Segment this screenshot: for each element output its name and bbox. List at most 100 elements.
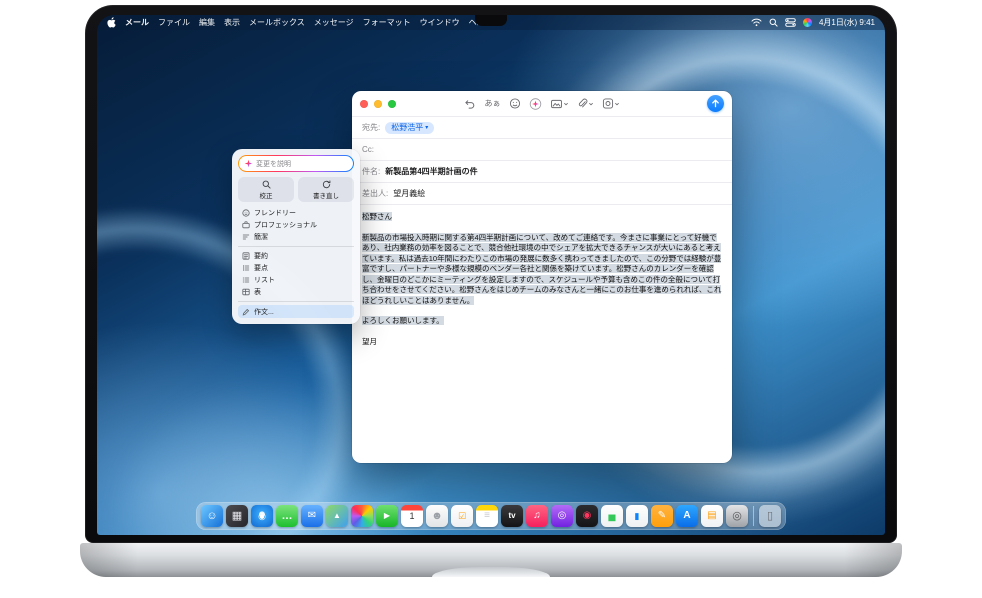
dock-item-launchpad[interactable]: ▦: [226, 505, 248, 527]
text-format-button[interactable]: あぁ: [485, 98, 501, 109]
dock-item-pages[interactable]: ✎: [651, 505, 673, 527]
recipient-name: 松野浩平: [391, 123, 423, 133]
podcasts-icon: ◎: [558, 511, 567, 521]
menu-item-window[interactable]: ウインドウ: [420, 17, 460, 28]
from-field[interactable]: 差出人: 望月義絵: [352, 182, 732, 204]
emoji-picker-icon[interactable]: [510, 98, 521, 109]
chevron-down-icon: [564, 102, 569, 106]
minimize-button[interactable]: [374, 100, 382, 108]
menu-item-file[interactable]: ファイル: [158, 17, 190, 28]
menu-item-view[interactable]: 表示: [224, 17, 240, 28]
wifi-icon[interactable]: [751, 18, 762, 27]
books-icon: ▤: [707, 511, 716, 521]
photo-browser-icon[interactable]: [603, 98, 614, 109]
dock-item-tv[interactable]: tv: [501, 505, 523, 527]
transform-summary-label: 要約: [254, 251, 268, 261]
transform-summary-item[interactable]: 要約: [238, 250, 354, 262]
menu-item-message[interactable]: メッセージ: [314, 17, 354, 28]
tone-professional-item[interactable]: プロフェッショナル: [238, 219, 354, 231]
rewrite-button[interactable]: 書き直し: [298, 177, 354, 202]
siri-icon[interactable]: [803, 18, 812, 27]
briefcase-icon: [242, 221, 250, 229]
transform-table-item[interactable]: 表: [238, 286, 354, 298]
cc-field[interactable]: Cc:: [352, 138, 732, 160]
zoom-button[interactable]: [388, 100, 396, 108]
dock-item-app-store[interactable]: A: [676, 505, 698, 527]
compose-item[interactable]: 作文...: [238, 305, 354, 318]
camera-notch: [475, 15, 507, 26]
dock-item-photos[interactable]: [351, 505, 373, 527]
dock-item-facetime[interactable]: ▶: [376, 505, 398, 527]
facetime-icon: ▶: [384, 512, 390, 520]
dock-item-numbers[interactable]: ▅: [601, 505, 623, 527]
close-button[interactable]: [360, 100, 368, 108]
dock-item-keynote[interactable]: ▮: [626, 505, 648, 527]
to-field[interactable]: 宛先: 松野浩平 ▾: [352, 116, 732, 138]
menu-item-edit[interactable]: 編集: [199, 17, 215, 28]
music-icon: ♫: [533, 511, 541, 521]
rewrite-icon: [322, 180, 331, 189]
body-signature: 望月: [362, 337, 377, 346]
subject-field[interactable]: 件名: 新製品第4四半期計画の件: [352, 160, 732, 182]
dock-item-calendar[interactable]: 1: [401, 505, 423, 527]
transform-list-item[interactable]: リスト: [238, 274, 354, 286]
fitness-icon: ◉: [583, 511, 592, 521]
launchpad-icon: ▦: [232, 511, 242, 522]
dock-item-trash[interactable]: ▯: [759, 505, 781, 527]
menu-item-format[interactable]: フォーマット: [363, 17, 411, 28]
laptop-screen-bezel: メール ファイル 編集 表示 メールボックス メッセージ フォーマット ウインド…: [85, 5, 897, 543]
from-value: 望月義絵: [393, 188, 425, 199]
dock-item-fitness[interactable]: ◉: [576, 505, 598, 527]
notes-icon: ≡: [484, 511, 490, 521]
dock-item-podcasts[interactable]: ◎: [551, 505, 573, 527]
describe-change-placeholder: 変更を説明: [256, 159, 291, 169]
divider: [238, 246, 354, 247]
undo-icon[interactable]: [465, 99, 476, 109]
divider: [238, 301, 354, 302]
describe-change-input[interactable]: 変更を説明: [238, 155, 354, 172]
apple-menu-icon[interactable]: [107, 17, 116, 28]
subject-label: 件名:: [362, 166, 380, 177]
dock-item-contacts[interactable]: ☻: [426, 505, 448, 527]
dock-item-reminders[interactable]: ☑: [451, 505, 473, 527]
chevron-down-icon: [589, 102, 594, 106]
recipient-chip[interactable]: 松野浩平 ▾: [385, 122, 434, 134]
compose-label: 作文...: [254, 307, 274, 317]
dock-item-settings[interactable]: ◎: [726, 505, 748, 527]
dock-item-finder[interactable]: ☺: [201, 505, 223, 527]
media-browser-icon[interactable]: [551, 99, 563, 109]
dock-item-safari[interactable]: ◉: [251, 505, 273, 527]
search-icon[interactable]: [769, 18, 778, 27]
dock-item-music[interactable]: ♫: [526, 505, 548, 527]
attach-file-icon[interactable]: [578, 98, 588, 109]
menu-item-mailbox[interactable]: メールボックス: [249, 17, 305, 28]
writing-tools-panel: 変更を説明 校正 書き直し フレンドリー: [232, 149, 360, 324]
message-body[interactable]: 松野さん 新製品の市場投入時期に関する第4四半期計画について、改めてご連絡です。…: [352, 204, 732, 463]
menu-app-name[interactable]: メール: [125, 17, 149, 28]
dock-item-notes[interactable]: ≡: [476, 505, 498, 527]
key-points-icon: [242, 264, 250, 272]
body-greeting: 松野さん: [362, 212, 392, 221]
apple-intelligence-icon[interactable]: [530, 98, 542, 110]
send-button[interactable]: [707, 95, 724, 112]
messages-icon: …: [282, 511, 293, 522]
proofread-button[interactable]: 校正: [238, 177, 294, 202]
body-closing: よろしくお願いします。: [362, 316, 444, 325]
window-titlebar[interactable]: あぁ: [352, 91, 732, 116]
proofread-icon: [262, 180, 271, 189]
compose-toolbar: あぁ: [465, 98, 620, 110]
control-center-icon[interactable]: [785, 18, 796, 27]
from-label: 差出人:: [362, 188, 388, 199]
transform-key-points-item[interactable]: 要点: [238, 262, 354, 274]
maps-icon: ▲: [333, 512, 341, 520]
chevron-down-icon: ▾: [425, 123, 428, 133]
dock-item-maps[interactable]: ▲: [326, 505, 348, 527]
smiley-icon: [242, 209, 250, 217]
tone-friendly-item[interactable]: フレンドリー: [238, 207, 354, 219]
dock-item-messages[interactable]: …: [276, 505, 298, 527]
menu-bar-clock[interactable]: 4月1日(水) 9:41: [819, 17, 875, 28]
tone-concise-item[interactable]: 簡潔: [238, 231, 354, 243]
dock-item-books[interactable]: ▤: [701, 505, 723, 527]
rewrite-label: 書き直し: [313, 190, 339, 200]
dock-item-mail[interactable]: ✉: [301, 505, 323, 527]
